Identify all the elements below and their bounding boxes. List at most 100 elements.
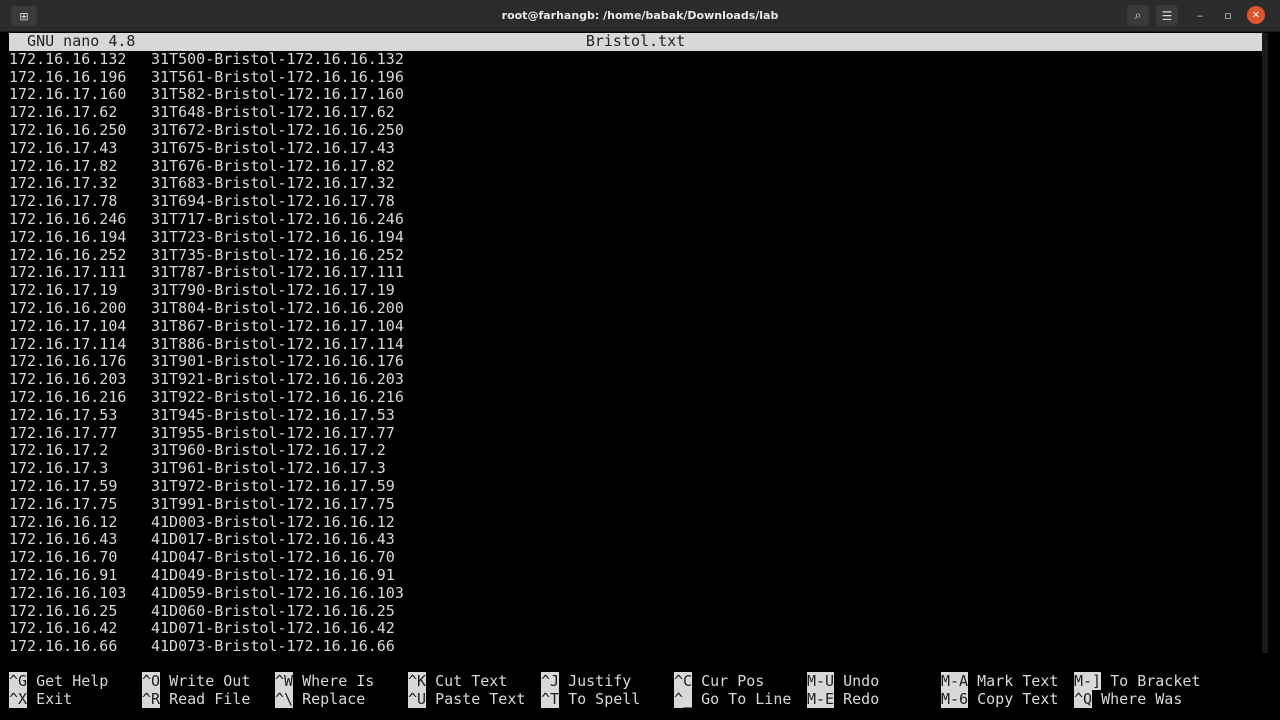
menu-icon[interactable]: ☰ <box>1156 5 1178 26</box>
file-line: 172.16.17.2 31T960-Bristol-172.16.17.2 <box>9 441 1262 460</box>
file-line: 172.16.17.78 31T694-Bristol-172.16.17.78 <box>9 192 1262 211</box>
ip-address: 172.16.17.114 <box>9 334 127 353</box>
minimize-icon[interactable]: – <box>1191 6 1209 24</box>
ip-address: 172.16.17.19 <box>9 281 118 300</box>
shortcut-key: ^U <box>408 689 427 708</box>
host-name: 31T867-Bristol-172.16.17.104 <box>151 316 404 335</box>
host-name: 31T790-Bristol-172.16.17.19 <box>151 281 395 300</box>
host-name: 31T961-Bristol-172.16.17.3 <box>151 459 386 478</box>
shortcut-item[interactable]: M-E Redo <box>807 689 880 709</box>
host-name: 31T955-Bristol-172.16.17.77 <box>151 423 395 442</box>
shortcut-item[interactable]: M-U Undo <box>807 672 880 691</box>
shortcut-label: Replace <box>293 689 366 708</box>
shortcut-label: Where Is <box>293 672 375 690</box>
host-name: 31T675-Bristol-172.16.17.43 <box>151 138 395 157</box>
file-line: 172.16.16.66 41D073-Bristol-172.16.16.66 <box>9 637 1262 656</box>
file-line: 172.16.16.70 41D047-Bristol-172.16.16.70 <box>9 548 1262 567</box>
shortcut-item[interactable]: ^_ Go To Line <box>674 689 792 709</box>
ip-address: 172.16.17.32 <box>9 174 118 193</box>
shortcut-key: ^G <box>9 672 28 690</box>
shortcut-label: Redo <box>834 689 880 708</box>
host-name: 41D073-Bristol-172.16.16.66 <box>151 637 395 656</box>
shortcut-key: M-U <box>807 672 835 690</box>
file-line: 172.16.16.12 41D003-Bristol-172.16.16.12 <box>9 513 1262 532</box>
title-bar: ⊞ root@farhangb: /home/babak/Downloads/l… <box>0 0 1280 32</box>
file-line: 172.16.16.194 31T723-Bristol-172.16.16.19… <box>9 227 1262 247</box>
shortcut-item[interactable]: ^K Cut Text <box>408 672 507 691</box>
ip-address: 172.16.16.194 <box>9 227 127 246</box>
shortcut-item[interactable]: M-6 Copy Text <box>941 689 1059 709</box>
ip-address: 172.16.16.246 <box>9 209 127 228</box>
terminal[interactable]: GNU nano 4.8 Bristol.txt 172.16.16.132 31… <box>9 32 1262 656</box>
shortcut-item[interactable]: ^O Write Out <box>142 672 250 691</box>
ip-address: 172.16.17.82 <box>9 156 118 175</box>
file-line: 172.16.17.59 31T972-Bristol-172.16.17.59 <box>9 476 1262 496</box>
shortcut-item[interactable]: ^W Where Is <box>275 672 375 691</box>
shortcut-item[interactable]: M-] To Bracket <box>1074 672 1201 691</box>
file-line: 172.16.17.32 31T683-Bristol-172.16.17.32 <box>9 174 1262 193</box>
scrollbar[interactable] <box>1262 33 1268 653</box>
ip-address: 172.16.16.70 <box>9 548 118 567</box>
ip-address: 172.16.16.91 <box>9 565 118 584</box>
shortcut-label: Go To Line <box>692 689 792 708</box>
maximize-icon[interactable]: ▫ <box>1219 6 1237 24</box>
close-icon[interactable]: ✕ <box>1247 6 1265 24</box>
shortcut-label: Read File <box>160 689 251 708</box>
shortcut-item[interactable]: ^Q Where Was <box>1074 689 1182 709</box>
shortcut-item[interactable]: ^J Justify <box>541 672 632 691</box>
shortcut-item[interactable]: ^C Cur Pos <box>674 672 764 691</box>
host-name: 41D071-Bristol-172.16.16.42 <box>151 619 395 638</box>
shortcut-item[interactable]: ^X Exit <box>9 689 73 709</box>
ip-address: 172.16.17.104 <box>9 316 127 335</box>
ip-address: 172.16.16.25 <box>9 601 118 620</box>
host-name: 41D017-Bristol-172.16.16.43 <box>151 530 395 549</box>
shortcut-key: ^O <box>142 672 161 690</box>
shortcut-label: To Bracket <box>1101 672 1201 690</box>
shortcut-key: M-A <box>941 672 969 690</box>
shortcut-label: Copy Text <box>968 689 1059 708</box>
host-name: 31T672-Bristol-172.16.16.250 <box>151 120 404 139</box>
file-line: 172.16.17.114 31T886-Bristol-172.16.17.11… <box>9 334 1262 354</box>
ip-address: 172.16.16.103 <box>9 583 127 602</box>
nano-header: GNU nano 4.8 Bristol.txt <box>9 32 1262 51</box>
shortcut-label: Mark Text <box>968 672 1059 690</box>
shortcut-label: Undo <box>834 672 880 690</box>
ip-address: 172.16.16.66 <box>9 637 118 656</box>
file-line: 172.16.16.246 31T717-Bristol-172.16.16.24… <box>9 209 1262 229</box>
shortcut-label: To Spell <box>559 689 641 708</box>
ip-address: 172.16.16.250 <box>9 120 127 139</box>
host-name: 31T683-Bristol-172.16.17.32 <box>151 174 395 193</box>
ip-address: 172.16.17.2 <box>9 441 109 460</box>
file-line: 172.16.16.250 31T672-Bristol-172.16.16.25… <box>9 120 1262 140</box>
ip-address: 172.16.17.75 <box>9 494 118 513</box>
shortcut-label: Exit <box>27 689 73 708</box>
shortcut-label: Justify <box>559 672 632 690</box>
host-name: 31T991-Bristol-172.16.17.75 <box>151 494 395 513</box>
ip-address: 172.16.17.59 <box>9 476 118 495</box>
ip-address: 172.16.17.111 <box>9 263 127 282</box>
file-line: 172.16.16.42 41D071-Bristol-172.16.16.42 <box>9 619 1262 638</box>
host-name: 31T945-Bristol-172.16.17.53 <box>151 405 395 424</box>
shortcut-key: ^X <box>9 689 28 708</box>
ip-address: 172.16.17.77 <box>9 423 118 442</box>
file-line: 172.16.16.176 31T901-Bristol-172.16.16.17… <box>9 352 1262 371</box>
file-line: 172.16.16.200 31T804-Bristol-172.16.16.20… <box>9 299 1262 318</box>
shortcut-item[interactable]: ^T To Spell <box>541 689 641 709</box>
shortcut-item[interactable]: ^\ Replace <box>275 689 366 709</box>
ip-address: 172.16.17.62 <box>9 103 118 122</box>
host-name: 41D049-Bristol-172.16.16.91 <box>151 565 395 584</box>
shortcut-key: ^W <box>275 672 294 690</box>
shortcut-key: ^R <box>142 689 161 708</box>
shortcut-item[interactable]: M-A Mark Text <box>941 672 1059 691</box>
file-content[interactable]: 172.16.16.132 31T500-Bristol-172.16.16.13… <box>9 50 1262 656</box>
file-line: 172.16.16.132 31T500-Bristol-172.16.16.13… <box>9 50 1262 69</box>
shortcut-item[interactable]: ^U Paste Text <box>408 689 526 709</box>
ip-address: 172.16.17.43 <box>9 138 118 157</box>
host-name: 31T735-Bristol-172.16.16.252 <box>151 245 404 264</box>
shortcut-label: Paste Text <box>426 689 526 708</box>
shortcut-key: M-] <box>1074 672 1102 690</box>
shortcut-item[interactable]: ^G Get Help <box>9 672 108 691</box>
shortcut-item[interactable]: ^R Read File <box>142 689 251 709</box>
search-icon[interactable]: ⌕ <box>1127 5 1149 26</box>
shortcut-row: ^G Get Help ^O Write Out ^W Where Is ^K Cut… <box>9 672 1262 691</box>
